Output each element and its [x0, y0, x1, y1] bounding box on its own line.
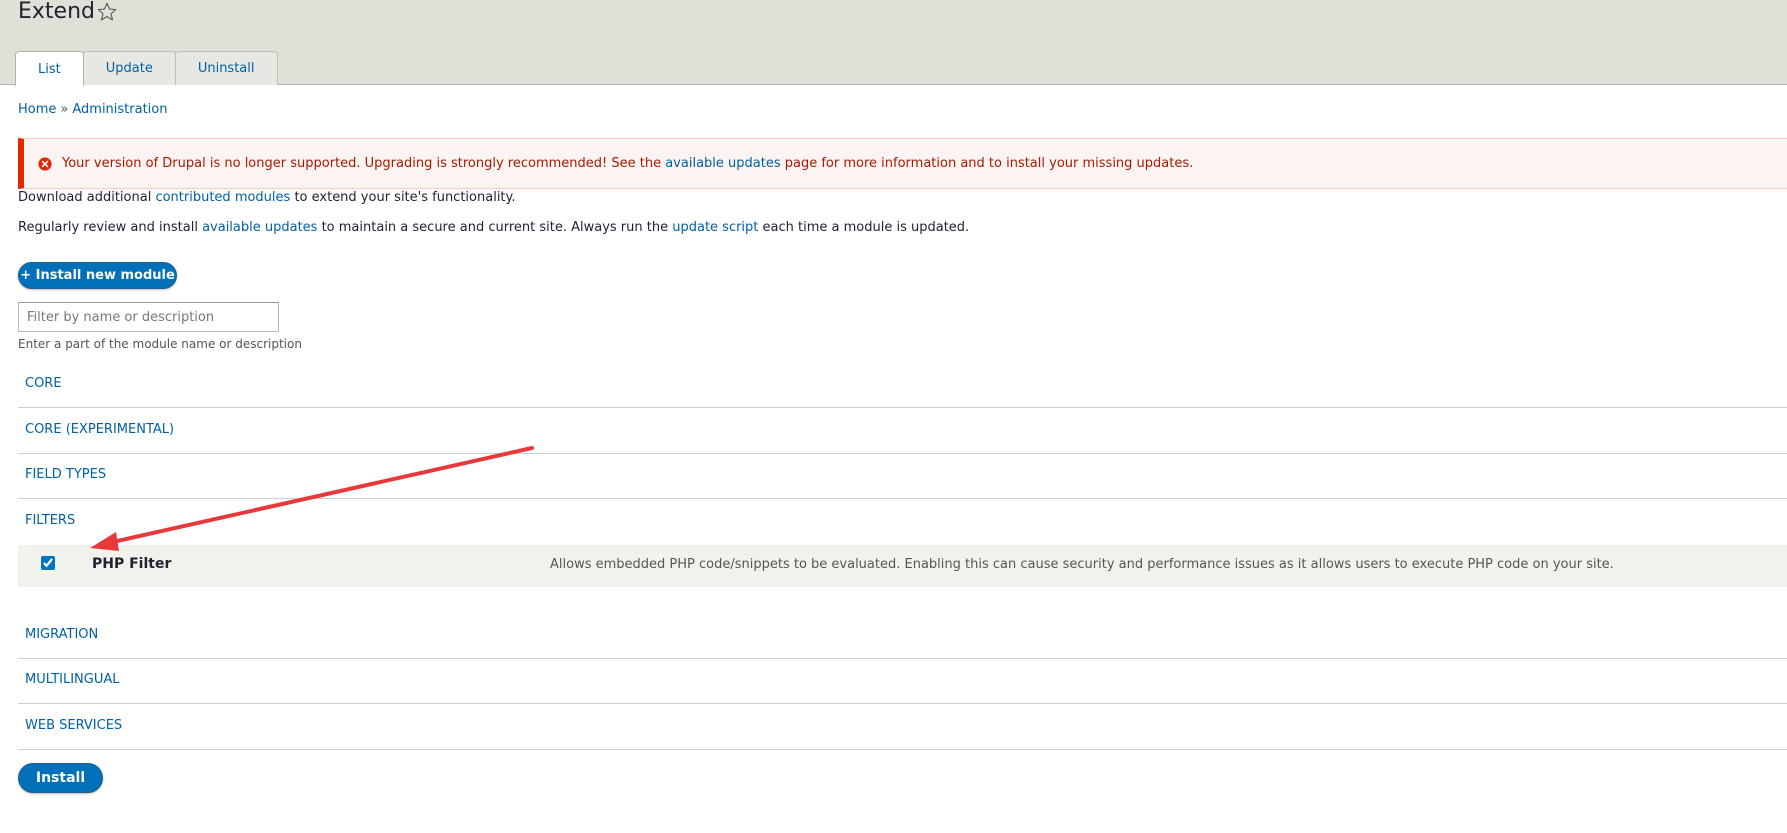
- package-label[interactable]: CORE: [25, 376, 62, 391]
- module-row-php-filter: PHP Filter Allows embedded PHP code/snip…: [18, 545, 1787, 587]
- php-filter-checkbox[interactable]: [41, 556, 55, 570]
- intro-line2-after: each time a module is updated.: [758, 220, 970, 235]
- page-title: Extend: [18, 0, 95, 24]
- module-name: PHP Filter: [92, 556, 172, 572]
- filter-description: Enter a part of the module name or descr…: [18, 337, 302, 351]
- available-updates-link-2[interactable]: available updates: [202, 220, 317, 235]
- filter-search-input[interactable]: [18, 302, 279, 332]
- update-script-link[interactable]: update script: [672, 220, 758, 235]
- package-field-types[interactable]: FIELD TYPES: [18, 453, 1787, 499]
- contributed-modules-link[interactable]: contributed modules: [155, 190, 290, 205]
- page-header: Extend List Update Uninstall: [0, 0, 1787, 86]
- error-text-before: Your version of Drupal is no longer supp…: [62, 156, 666, 171]
- intro-line2-before: Regularly review and install: [18, 220, 203, 235]
- intro-line2-mid: to maintain a secure and current site. A…: [317, 220, 673, 235]
- intro-line1-after: to extend your site's functionality.: [290, 190, 516, 205]
- module-description: Allows embedded PHP code/snippets to be …: [550, 557, 1614, 572]
- breadcrumb-separator: »: [60, 102, 69, 117]
- intro-line1-before: Download additional: [18, 190, 156, 205]
- error-message: Your version of Drupal is no longer supp…: [18, 138, 1787, 189]
- package-label[interactable]: FIELD TYPES: [25, 467, 106, 482]
- tab-list[interactable]: List: [15, 51, 84, 86]
- install-button[interactable]: Install: [18, 763, 103, 793]
- primary-tabs: List Update Uninstall: [15, 51, 278, 86]
- star-outline-icon[interactable]: [96, 1, 118, 23]
- package-migration[interactable]: MIGRATION: [18, 613, 1787, 659]
- package-label[interactable]: WEB SERVICES: [25, 718, 122, 733]
- package-label[interactable]: MULTILINGUAL: [25, 672, 120, 687]
- intro-contributed: Download additional contributed modules …: [18, 190, 516, 205]
- install-new-module-button[interactable]: + Install new module: [18, 262, 177, 289]
- package-core-experimental[interactable]: CORE (EXPERIMENTAL): [18, 408, 1787, 454]
- package-filters[interactable]: FILTERS: [18, 499, 1787, 545]
- tab-uninstall[interactable]: Uninstall: [174, 51, 278, 85]
- package-web-services[interactable]: WEB SERVICES: [18, 704, 1787, 750]
- error-text-after: page for more information and to install…: [780, 156, 1194, 171]
- error-circle-icon: [38, 156, 52, 171]
- intro-updates: Regularly review and install available u…: [18, 220, 969, 235]
- breadcrumb-home-link[interactable]: Home: [18, 102, 56, 117]
- available-updates-link[interactable]: available updates: [665, 156, 780, 171]
- tab-update[interactable]: Update: [82, 51, 176, 85]
- breadcrumb-administration-link[interactable]: Administration: [72, 102, 167, 117]
- breadcrumb: Home » Administration: [18, 102, 168, 117]
- package-core[interactable]: CORE: [18, 362, 1787, 408]
- package-label[interactable]: FILTERS: [25, 513, 75, 528]
- package-label[interactable]: MIGRATION: [25, 627, 98, 642]
- package-multilingual[interactable]: MULTILINGUAL: [18, 658, 1787, 704]
- package-label[interactable]: CORE (EXPERIMENTAL): [25, 422, 174, 437]
